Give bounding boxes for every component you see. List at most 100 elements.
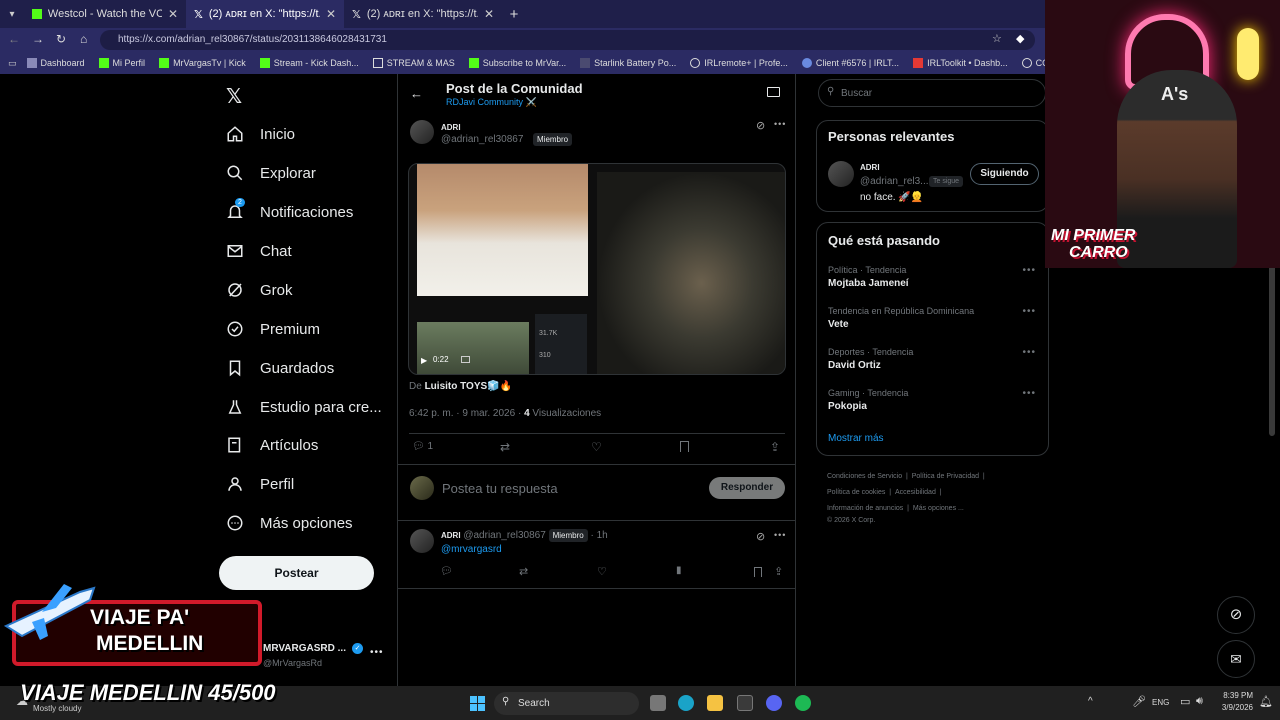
- more-icon[interactable]: •••: [1022, 306, 1036, 317]
- person-handle[interactable]: @adrian_rel3...: [860, 176, 929, 187]
- grok-icon[interactable]: ⊘: [756, 119, 765, 132]
- footer-link[interactable]: Política de cookies: [827, 489, 885, 496]
- network-icon[interactable]: ▭: [1180, 695, 1190, 708]
- bookmark-icon[interactable]: [754, 567, 762, 577]
- more-icon[interactable]: •••: [1022, 265, 1036, 276]
- bookmark[interactable]: Stream - Kick Dash...: [259, 58, 359, 68]
- home-icon[interactable]: ⌂: [80, 32, 87, 46]
- url-field[interactable]: https://x.com/adrian_rel30867/status/203…: [100, 30, 1035, 50]
- refresh-icon[interactable]: ↻: [56, 32, 66, 46]
- notifications-icon[interactable]: 🔔︎: [1259, 695, 1273, 708]
- video-player[interactable]: 31.7K 310 ▶ 0:22: [408, 163, 786, 375]
- app-icon[interactable]: [737, 695, 753, 711]
- author-name[interactable]: ADRI: [441, 123, 461, 132]
- reply-author[interactable]: ADRI: [441, 531, 461, 540]
- footer-link[interactable]: Política de Privacidad: [912, 473, 979, 480]
- nav-home[interactable]: Inicio: [226, 125, 295, 143]
- show-more-link[interactable]: Mostrar más: [828, 433, 884, 444]
- mic-icon[interactable]: 🎤︎: [1132, 695, 1146, 708]
- post-timestamp[interactable]: 6:42 p. m. · 9 mar. 2026 ·: [409, 408, 521, 419]
- reply-avatar[interactable]: [410, 529, 434, 553]
- bookmark[interactable]: IRLToolkit • Dashb...: [913, 58, 1008, 68]
- more-icon[interactable]: •••: [1022, 388, 1036, 399]
- bookmark[interactable]: Dashboard: [26, 58, 85, 68]
- footer-link[interactable]: Accesibilidad: [895, 489, 936, 496]
- nav-grok[interactable]: Grok: [226, 281, 293, 299]
- nav-more[interactable]: Más opciones: [226, 514, 353, 532]
- reply-text[interactable]: @mrvargasrd: [441, 544, 502, 555]
- bookmark[interactable]: IRLremote+ | Profe...: [690, 58, 788, 68]
- favorite-icon[interactable]: ☆: [992, 32, 1002, 45]
- more-icon[interactable]: •••: [774, 119, 786, 129]
- bookmarks-menu-icon[interactable]: ▭: [8, 58, 17, 69]
- more-icon[interactable]: •••: [370, 647, 384, 658]
- trend-item[interactable]: Política · Tendencia Mojtaba Jameneí: [828, 265, 909, 289]
- nav-profile[interactable]: Perfil: [226, 475, 294, 493]
- copilot-icon[interactable]: ◆: [1016, 32, 1024, 45]
- weather-text[interactable]: Mostly cloudy: [33, 704, 81, 713]
- more-icon[interactable]: •••: [774, 530, 786, 540]
- nav-notifications[interactable]: 2 Notificaciones: [226, 198, 353, 221]
- reader-view-icon[interactable]: [767, 87, 780, 97]
- file-explorer-icon[interactable]: [707, 695, 723, 711]
- analytics-icon[interactable]: ▮: [676, 565, 682, 576]
- reply-action[interactable]: 💬︎ 1: [412, 441, 433, 452]
- nav-chat[interactable]: Chat: [226, 242, 292, 260]
- repost-icon[interactable]: ⇄: [519, 565, 528, 578]
- like-icon[interactable]: ♡: [597, 565, 607, 578]
- nav-explore[interactable]: Explorar: [226, 164, 316, 182]
- taskbar-search[interactable]: ⚲ Search: [494, 692, 639, 715]
- tab-list-icon[interactable]: ▾: [0, 0, 24, 28]
- tab-adri-1[interactable]: 𝕏 (2) ᴀᴅʀɪ en X: "https://t.co/KO4HH ✕: [186, 0, 344, 28]
- reply-input[interactable]: Postea tu respuesta: [442, 481, 558, 496]
- spotify-icon[interactable]: [795, 695, 811, 711]
- volume-icon[interactable]: 🔊︎: [1196, 695, 1203, 708]
- close-icon[interactable]: ✕: [168, 7, 178, 21]
- footer-link[interactable]: Información de anuncios: [827, 505, 903, 512]
- bookmark-folder[interactable]: STREAM & MAS: [372, 58, 455, 68]
- back-arrow-icon[interactable]: ←: [410, 86, 423, 101]
- nav-articles[interactable]: Artículos: [226, 436, 318, 454]
- back-icon[interactable]: ←: [8, 32, 20, 46]
- reply-time[interactable]: · 1h: [590, 530, 607, 541]
- trend-item[interactable]: Deportes · Tendencia David Ortiz: [828, 347, 913, 371]
- reply-icon[interactable]: 💬︎: [440, 566, 453, 577]
- nav-creator-studio[interactable]: Estudio para cre...: [226, 398, 382, 416]
- author-avatar[interactable]: [410, 120, 434, 144]
- more-icon[interactable]: •••: [1022, 347, 1036, 358]
- footer-link[interactable]: Condiciones de Servicio: [827, 473, 902, 480]
- reply-button[interactable]: Responder: [709, 477, 785, 499]
- nav-premium[interactable]: Premium: [226, 320, 320, 338]
- person-name[interactable]: ADRI: [860, 163, 880, 172]
- language-indicator[interactable]: ENG: [1152, 698, 1169, 707]
- play-icon[interactable]: ▶: [421, 356, 427, 365]
- person-avatar[interactable]: [828, 161, 854, 187]
- community-link[interactable]: RDJavi Community ⚔️: [446, 97, 537, 108]
- share-icon[interactable]: ⇪: [770, 440, 780, 454]
- windows-start-icon[interactable]: [470, 696, 485, 711]
- captions-icon[interactable]: [461, 356, 470, 363]
- post-button[interactable]: Postear: [219, 556, 374, 590]
- close-icon[interactable]: ✕: [484, 7, 494, 21]
- bookmark[interactable]: Subscribe to MrVar...: [468, 58, 566, 68]
- following-button[interactable]: Siguiendo: [970, 163, 1039, 185]
- bookmark[interactable]: Mi Perfil: [98, 58, 145, 68]
- forward-icon[interactable]: →: [32, 32, 44, 46]
- close-icon[interactable]: ✕: [326, 7, 336, 21]
- chevron-up-icon[interactable]: ^: [1088, 696, 1093, 707]
- caption-link[interactable]: Luisito TOYS🧊🔥: [425, 381, 513, 392]
- footer-link[interactable]: Más opciones ...: [913, 505, 964, 512]
- trend-item[interactable]: Gaming · Tendencia Pokopia: [828, 388, 908, 412]
- share-icon[interactable]: ⇪: [774, 565, 783, 578]
- new-tab-button[interactable]: +: [502, 6, 526, 23]
- task-view-icon[interactable]: [650, 695, 666, 711]
- bookmark[interactable]: Starlink Battery Po...: [580, 58, 676, 68]
- messages-float-button[interactable]: ✉: [1217, 640, 1255, 678]
- search-input[interactable]: ⚲ Buscar: [818, 79, 1046, 107]
- nav-bookmarks[interactable]: Guardados: [226, 359, 334, 377]
- clock[interactable]: 8:39 PM 3/9/2026: [1217, 691, 1253, 712]
- discord-icon[interactable]: [766, 695, 782, 711]
- x-logo-icon[interactable]: 𝕏: [226, 84, 242, 109]
- trend-item[interactable]: Tendencia en República Dominicana Vete: [828, 306, 974, 330]
- grok-float-button[interactable]: ⊘: [1217, 596, 1255, 634]
